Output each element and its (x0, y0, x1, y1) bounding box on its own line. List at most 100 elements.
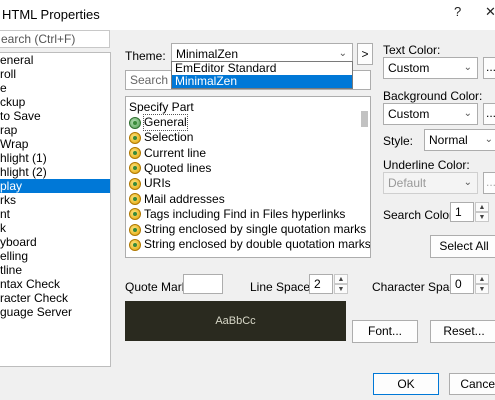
select-all-button[interactable]: Select All (430, 235, 495, 258)
category-item[interactable]: eneral (0, 53, 110, 67)
line-space-input[interactable]: 2 (309, 274, 333, 294)
category-item-label: hlight (1) (0, 151, 47, 165)
category-item[interactable]: rap (0, 123, 110, 137)
category-item-label: nt (0, 207, 11, 221)
category-item[interactable]: ntax Check (0, 277, 110, 291)
part-item[interactable]: Current line (129, 146, 206, 161)
part-icon (129, 208, 141, 221)
chevron-down-icon[interactable]: ▼ (475, 284, 489, 294)
help-button[interactable]: ? (454, 4, 461, 19)
category-item[interactable]: e (0, 81, 110, 95)
category-item-label: rks (0, 193, 16, 207)
chevron-down-icon[interactable]: ▼ (475, 212, 489, 222)
chevron-down-icon: ⌄ (463, 108, 472, 119)
category-item-label: ckup (0, 95, 26, 109)
part-item[interactable]: Mail addresses (129, 192, 225, 207)
part-item[interactable]: String enclosed by double quotation mark… (129, 237, 371, 252)
font-preview: AaBbCc (125, 301, 346, 341)
line-space-stepper[interactable]: ▲ ▼ (334, 274, 348, 294)
part-item-label: Tags including Find in Files hyperlinks (144, 206, 346, 221)
category-item[interactable]: nt (0, 207, 110, 221)
category-item-label: hlight (2) (0, 165, 47, 179)
category-search-input[interactable]: earch (Ctrl+F) (0, 30, 110, 48)
category-item-label: roll (0, 67, 17, 81)
category-item-label: tline (0, 263, 23, 277)
category-item[interactable]: racter Check (0, 291, 110, 305)
part-item[interactable]: URIs (129, 176, 171, 191)
part-item-label: String enclosed by single quotation mark… (144, 222, 371, 237)
underline-color-select[interactable]: Default ⌄ (383, 172, 478, 194)
category-item-label: yboard (0, 235, 37, 249)
category-item[interactable]: ckup (0, 95, 110, 109)
search-colors-stepper[interactable]: ▲ ▼ (475, 202, 489, 222)
chevron-down-icon: ⌄ (463, 62, 472, 73)
part-icon (129, 162, 141, 175)
theme-dropdown[interactable]: EmEditor Standard MinimalZen (171, 61, 353, 89)
part-item-label: Current line (144, 145, 207, 160)
category-item[interactable]: Wrap (0, 137, 110, 151)
category-item[interactable]: k (0, 221, 110, 235)
chevron-up-icon[interactable]: ▲ (475, 202, 489, 212)
theme-option[interactable]: MinimalZen (172, 75, 352, 88)
category-item-label: ntax Check (0, 277, 61, 291)
reset-button[interactable]: Reset... (430, 320, 495, 343)
category-item[interactable]: roll (0, 67, 110, 81)
category-list[interactable]: eneral roll e ckup to Save rap Wrap hlight (1)… (0, 52, 111, 367)
category-item[interactable]: hlight (1) (0, 151, 110, 165)
category-item-label: eneral (0, 53, 34, 67)
window-title: HTML Properties (2, 7, 100, 22)
text-color-select[interactable]: Custom ⌄ (383, 57, 478, 79)
text-color-value: Custom (388, 61, 430, 75)
category-item[interactable]: tline (0, 263, 110, 277)
part-item-label: String enclosed by double quotation mark… (144, 237, 371, 252)
quote-marks-input[interactable] (183, 274, 223, 294)
part-item[interactable]: General (129, 114, 188, 131)
part-list[interactable]: Specify Part General Selection Current lin… (125, 96, 371, 258)
part-item[interactable]: String enclosed by single quotation mark… (129, 222, 371, 237)
category-item[interactable]: play (0, 179, 110, 193)
search-colors-input[interactable]: 1 (450, 202, 474, 222)
part-item[interactable]: Selection (129, 130, 193, 145)
category-item[interactable]: rks (0, 193, 110, 207)
part-item-label: General (143, 114, 188, 131)
category-item[interactable]: elling (0, 249, 110, 263)
category-item-label: rap (0, 123, 18, 137)
part-icon (129, 238, 141, 251)
character-space-stepper[interactable]: ▲ ▼ (475, 274, 489, 294)
category-item-label: racter Check (0, 291, 69, 305)
category-item[interactable]: yboard (0, 235, 110, 249)
part-item-label: Quoted lines (144, 160, 212, 175)
category-item-label: Wrap (0, 137, 29, 151)
character-space-input[interactable]: 0 (450, 274, 474, 294)
part-item-label: URIs (144, 176, 171, 191)
background-color-value: Custom (388, 107, 430, 121)
part-item-label: Mail addresses (144, 191, 225, 206)
font-button[interactable]: Font... (352, 320, 418, 343)
background-color-more-button[interactable]: ... (483, 103, 495, 125)
category-item-label: e (0, 81, 7, 95)
category-item[interactable]: hlight (2) (0, 165, 110, 179)
chevron-up-icon[interactable]: ▲ (334, 274, 348, 284)
category-item-label: play (0, 179, 23, 193)
background-color-label: Background Color: (383, 89, 483, 103)
underline-color-more-button[interactable]: ... (483, 172, 495, 194)
part-item[interactable]: Tags including Find in Files hyperlinks (129, 207, 345, 222)
category-item[interactable]: guage Server (0, 305, 110, 319)
background-color-select[interactable]: Custom ⌄ (383, 103, 478, 125)
general-part-icon (129, 116, 141, 129)
theme-value: MinimalZen (176, 47, 239, 61)
part-item[interactable]: Quoted lines (129, 161, 211, 176)
chevron-down-icon[interactable]: ▼ (334, 284, 348, 294)
category-item[interactable]: to Save (0, 109, 110, 123)
chevron-up-icon[interactable]: ▲ (475, 274, 489, 284)
ok-button[interactable]: OK (373, 373, 439, 395)
style-select[interactable]: Normal ⌄ (424, 129, 495, 151)
theme-next-button[interactable]: > (357, 43, 373, 65)
category-item-label: k (0, 221, 6, 235)
underline-color-value: Default (388, 176, 427, 190)
scrollbar-thumb[interactable] (361, 111, 368, 127)
close-button[interactable]: ✕ (485, 4, 495, 20)
cancel-button[interactable]: Cancel (449, 373, 495, 395)
text-color-more-button[interactable]: ... (483, 57, 495, 79)
part-icon (129, 177, 141, 190)
